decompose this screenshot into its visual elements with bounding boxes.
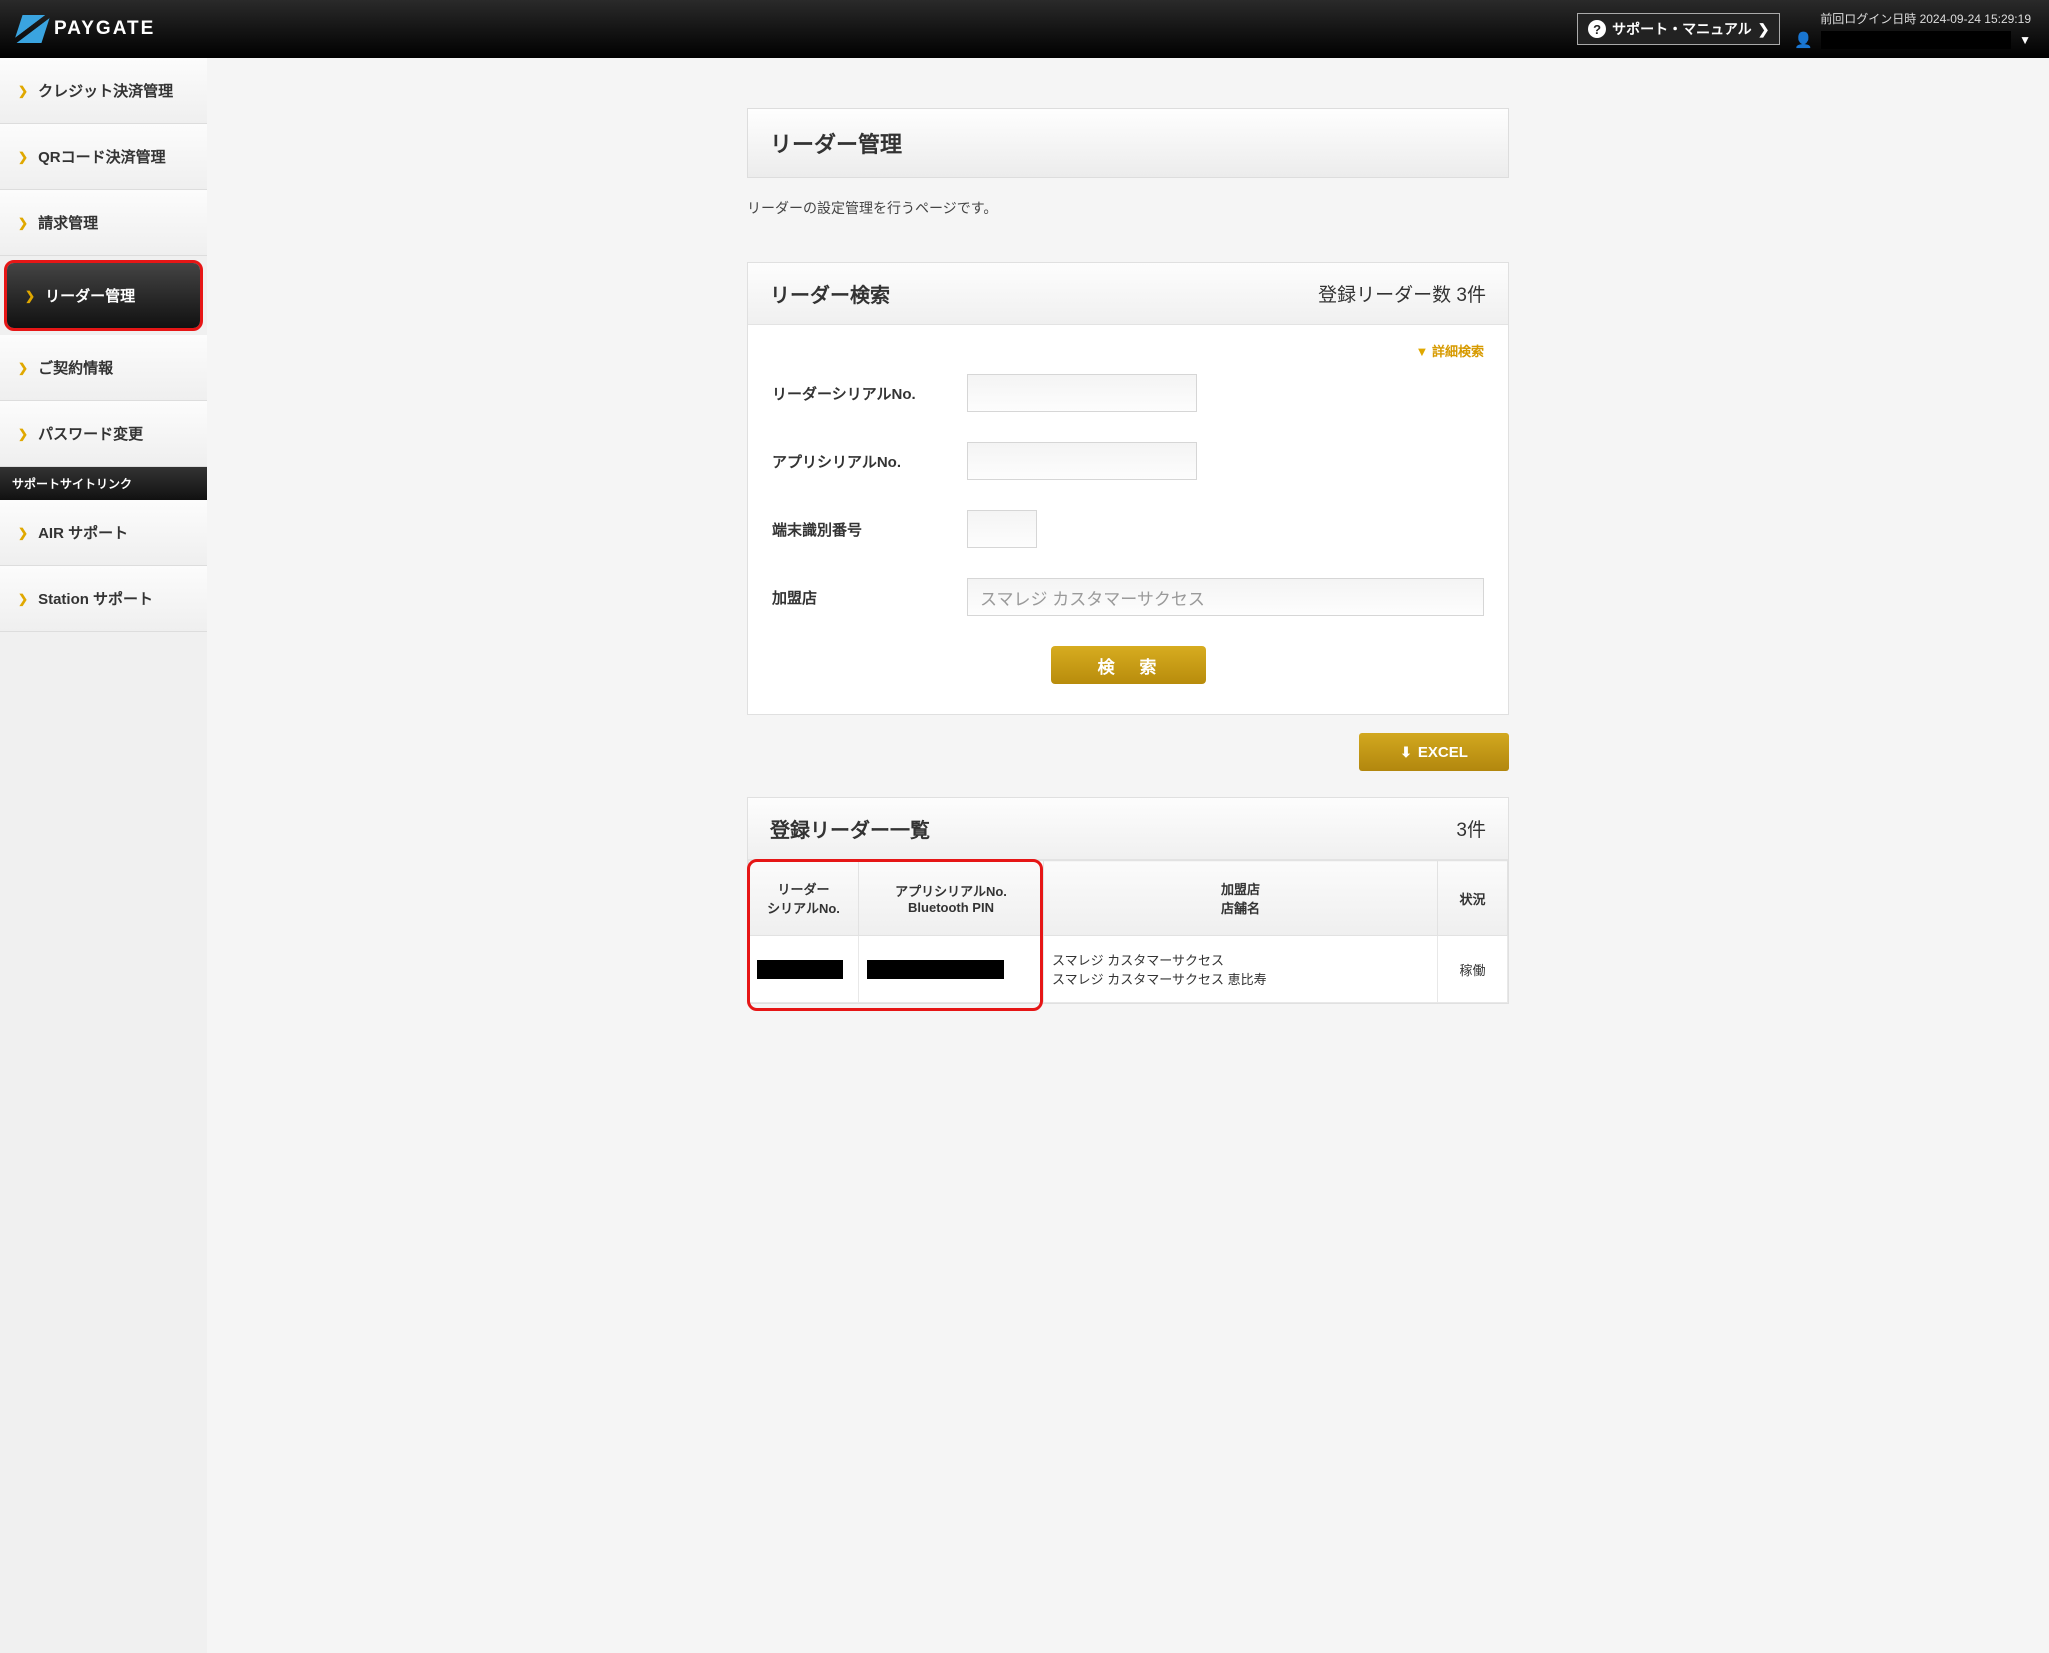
chevron-right-icon: ❯ bbox=[18, 526, 28, 540]
main-content: リーダー管理 リーダーの設定管理を行うページです。 リーダー検索 登録リーダー数… bbox=[207, 58, 2049, 1653]
help-icon: ? bbox=[1588, 20, 1606, 38]
chevron-right-icon: ❯ bbox=[18, 216, 28, 230]
sidebar-item-label: Station サポート bbox=[38, 588, 153, 609]
list-count: 3件 bbox=[1456, 815, 1486, 842]
app-serial-input[interactable] bbox=[967, 442, 1197, 480]
cell-status: 稼働 bbox=[1438, 936, 1508, 1003]
sidebar-item-label: 請求管理 bbox=[38, 212, 98, 233]
sidebar-item-label: AIR サポート bbox=[38, 522, 128, 543]
sidebar-support-header: サポートサイトリンク bbox=[0, 467, 207, 500]
page-title: リーダー管理 bbox=[747, 108, 1509, 178]
col-status: 状況 bbox=[1438, 861, 1508, 936]
chevron-right-icon: ❯ bbox=[18, 361, 28, 375]
chevron-right-icon: ❯ bbox=[18, 592, 28, 606]
sidebar-item-billing[interactable]: ❯ 請求管理 bbox=[0, 190, 207, 256]
app-serial-label: アプリシリアルNo. bbox=[772, 451, 967, 472]
last-login-text: 前回ログイン日時 2024-09-24 15:29:19 bbox=[1820, 10, 2031, 27]
merchant-input[interactable] bbox=[967, 578, 1484, 616]
page-subtitle: リーダーの設定管理を行うページです。 bbox=[747, 198, 1509, 218]
sidebar-item-reader[interactable]: ❯ リーダー管理 bbox=[7, 263, 200, 328]
reader-serial-label: リーダーシリアルNo. bbox=[772, 383, 967, 404]
excel-export-button[interactable]: ⬇ EXCEL bbox=[1359, 733, 1509, 771]
registered-reader-count: 登録リーダー数 3件 bbox=[1318, 280, 1486, 307]
reader-table: リーダー シリアルNo. アプリシリアルNo. Bluetooth PIN 加盟… bbox=[748, 860, 1508, 1003]
terminal-id-input[interactable] bbox=[967, 510, 1037, 548]
chevron-right-icon: ❯ bbox=[1758, 21, 1770, 38]
table-row[interactable]: XXXXXXXXX 0047-4216-5466-4764 スマレジ カスタマー… bbox=[749, 936, 1508, 1003]
cell-app-serial: 0047-4216-5466-4764 bbox=[859, 936, 1044, 1003]
sidebar-item-label: パスワード変更 bbox=[38, 423, 143, 444]
terminal-id-label: 端末識別番号 bbox=[772, 519, 967, 540]
list-panel: 登録リーダー一覧 3件 リーダー シリアルNo. bbox=[747, 797, 1509, 1004]
highlight-annotation: ❯ リーダー管理 bbox=[4, 260, 203, 331]
sidebar-item-label: QRコード決済管理 bbox=[38, 146, 166, 167]
user-icon: 👤 bbox=[1794, 31, 1813, 49]
sidebar-item-station-support[interactable]: ❯ Station サポート bbox=[0, 566, 207, 632]
support-label: サポート・マニュアル bbox=[1612, 19, 1752, 39]
sidebar-item-qr[interactable]: ❯ QRコード決済管理 bbox=[0, 124, 207, 190]
brand-text: PAYGATE bbox=[54, 18, 155, 40]
cell-merchant: スマレジ カスタマーサクセス スマレジ カスタマーサクセス 恵比寿 bbox=[1044, 936, 1438, 1003]
cell-reader-serial: XXXXXXXXX bbox=[749, 936, 859, 1003]
chevron-right-icon: ❯ bbox=[18, 84, 28, 98]
col-merchant: 加盟店 店舗名 bbox=[1044, 861, 1438, 936]
sidebar-item-air-support[interactable]: ❯ AIR サポート bbox=[0, 500, 207, 566]
sidebar-item-label: リーダー管理 bbox=[45, 285, 135, 306]
download-icon: ⬇ bbox=[1400, 744, 1412, 761]
sidebar-item-contract[interactable]: ❯ ご契約情報 bbox=[0, 335, 207, 401]
chevron-right-icon: ❯ bbox=[18, 427, 28, 441]
sidebar-item-label: クレジット決済管理 bbox=[38, 80, 173, 101]
excel-button-label: EXCEL bbox=[1418, 744, 1468, 761]
advanced-search-toggle[interactable]: 詳細検索 bbox=[772, 341, 1484, 360]
chevron-right-icon: ❯ bbox=[18, 150, 28, 164]
sidebar-item-password[interactable]: ❯ パスワード変更 bbox=[0, 401, 207, 467]
search-button[interactable]: 検 索 bbox=[1051, 646, 1206, 684]
chevron-down-icon: ▼ bbox=[2019, 33, 2031, 47]
sidebar: ❯ クレジット決済管理 ❯ QRコード決済管理 ❯ 請求管理 ❯ リーダー管理 … bbox=[0, 58, 207, 1653]
search-panel-title: リーダー検索 bbox=[770, 279, 890, 308]
logo-icon bbox=[13, 15, 50, 43]
header-user-block: 前回ログイン日時 2024-09-24 15:29:19 👤 ▼ bbox=[1794, 10, 2031, 49]
support-manual-button[interactable]: ? サポート・マニュアル ❯ bbox=[1577, 13, 1780, 45]
search-panel: リーダー検索 登録リーダー数 3件 詳細検索 リーダーシリアルNo. アプリシリ… bbox=[747, 262, 1509, 715]
merchant-label: 加盟店 bbox=[772, 587, 967, 608]
col-reader-serial: リーダー シリアルNo. bbox=[749, 861, 859, 936]
user-name-masked bbox=[1821, 31, 2011, 49]
header: PAYGATE ? サポート・マニュアル ❯ 前回ログイン日時 2024-09-… bbox=[0, 0, 2049, 58]
list-panel-title: 登録リーダー一覧 bbox=[770, 814, 930, 843]
chevron-right-icon: ❯ bbox=[25, 289, 35, 303]
sidebar-item-credit[interactable]: ❯ クレジット決済管理 bbox=[0, 58, 207, 124]
user-menu[interactable]: 👤 ▼ bbox=[1794, 31, 2031, 49]
sidebar-item-label: ご契約情報 bbox=[38, 357, 113, 378]
reader-serial-input[interactable] bbox=[967, 374, 1197, 412]
col-app-serial: アプリシリアルNo. Bluetooth PIN bbox=[859, 861, 1044, 936]
logo[interactable]: PAYGATE bbox=[18, 15, 155, 43]
